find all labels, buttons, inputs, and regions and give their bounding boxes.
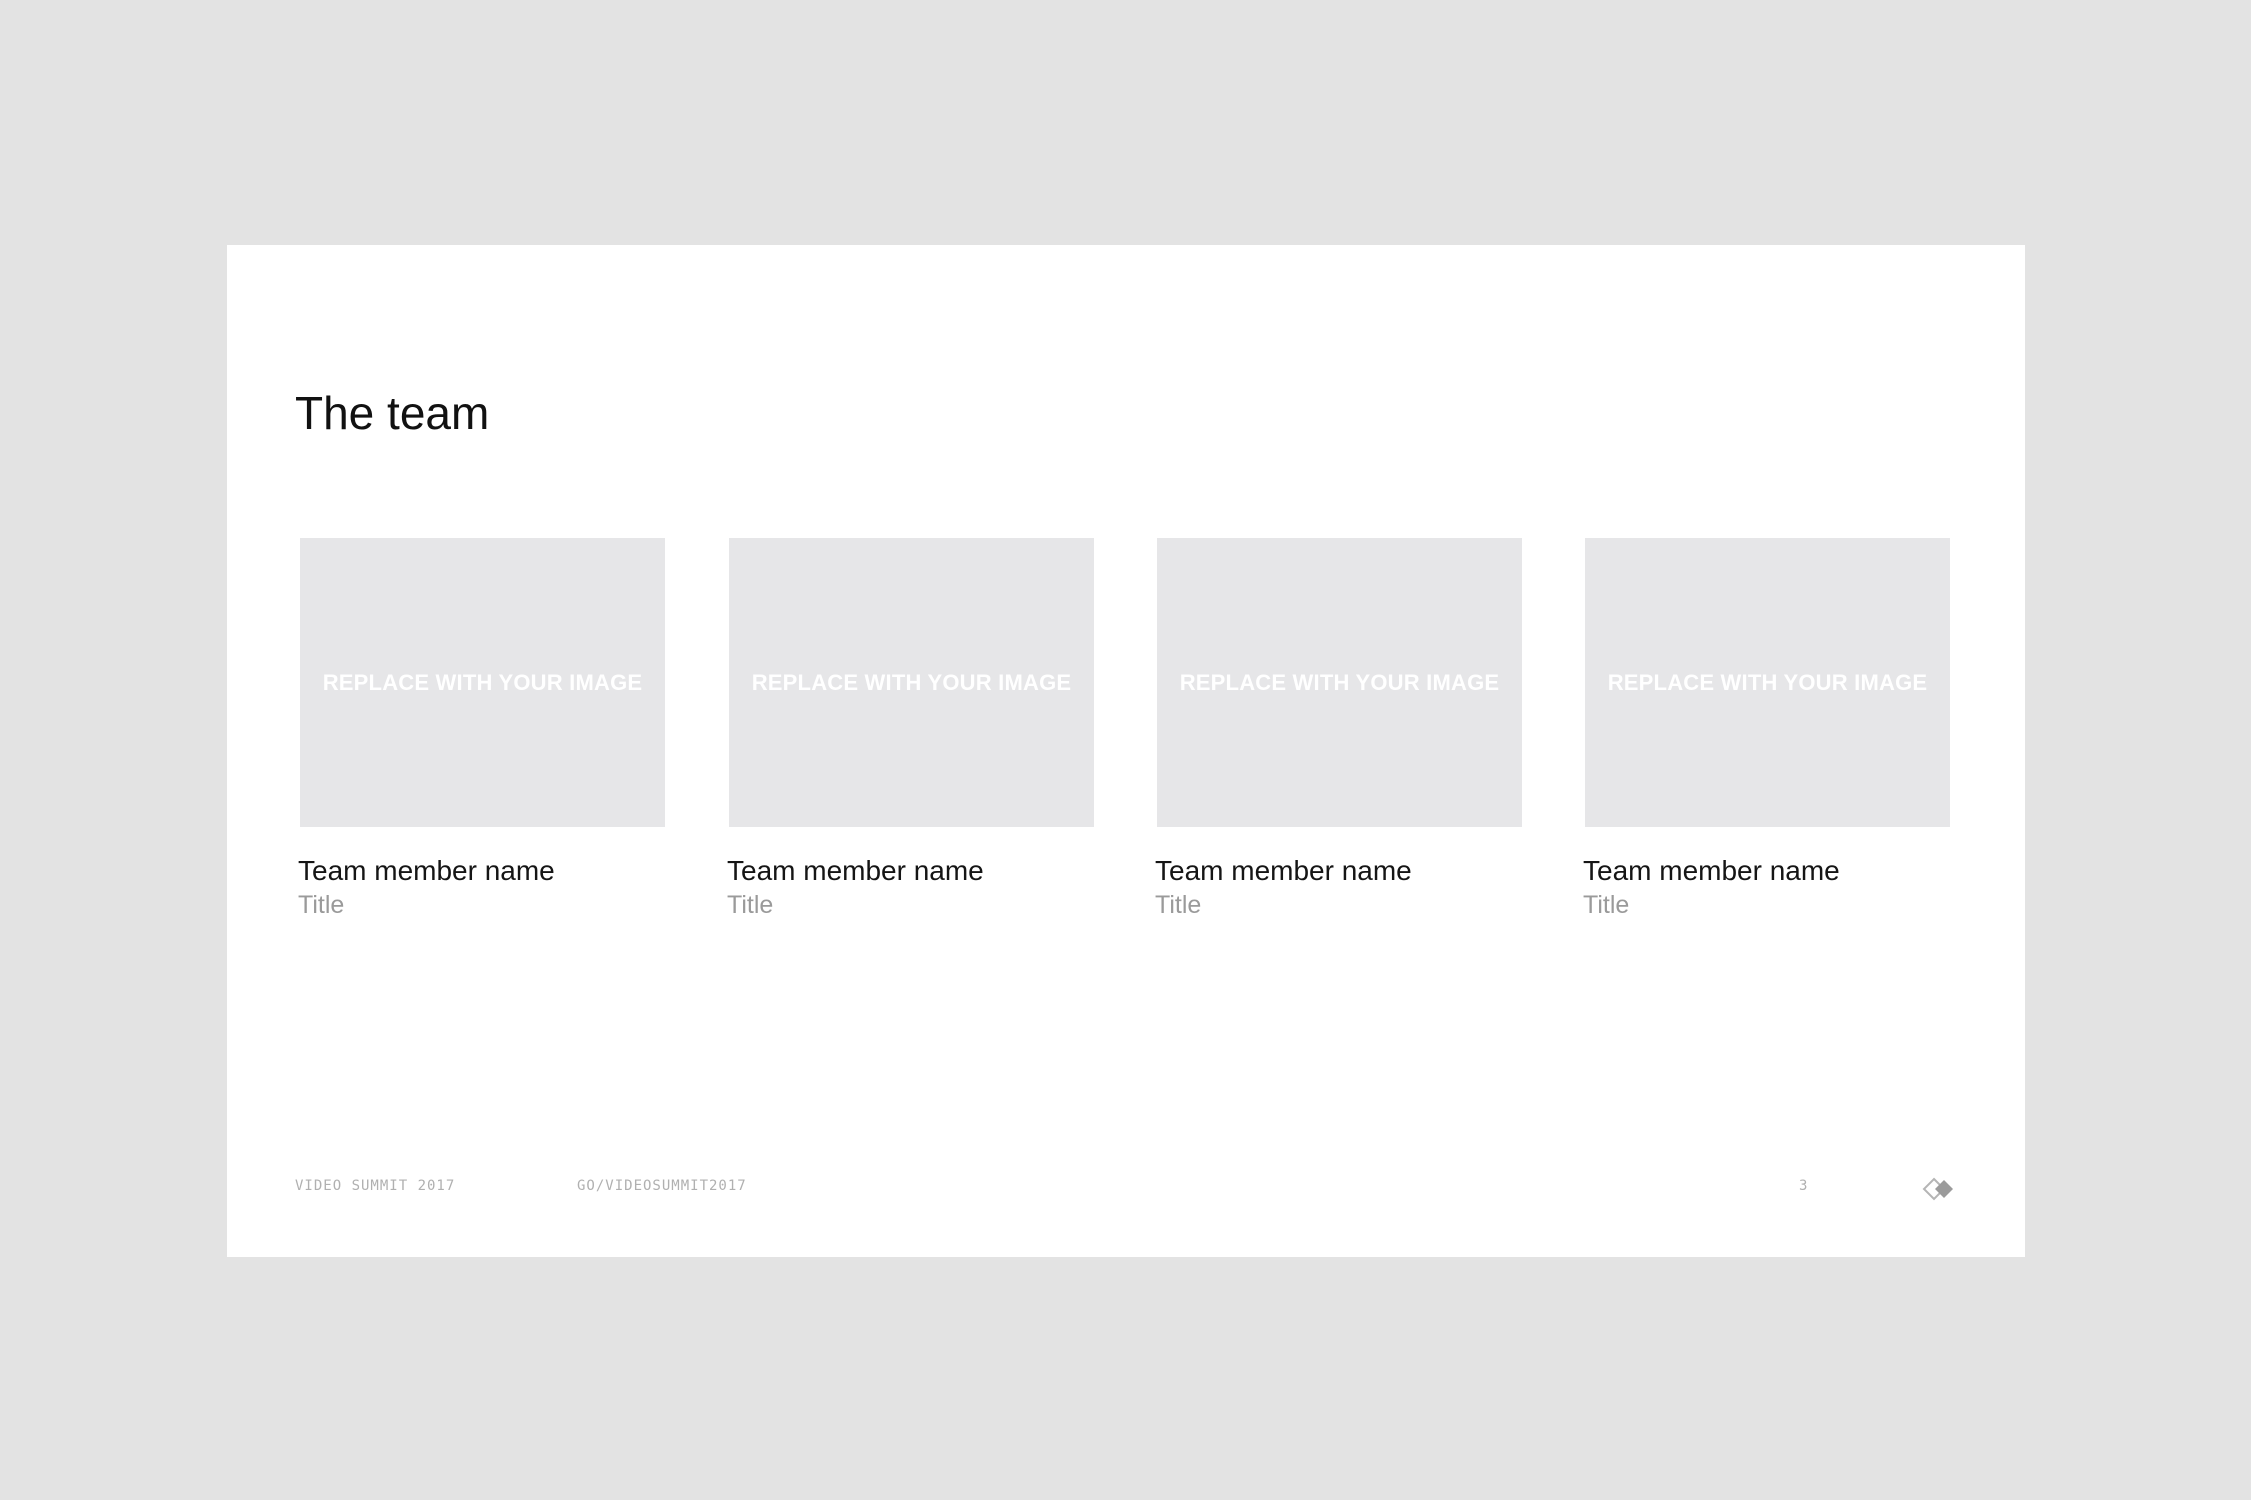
team-member-name: Team member name	[298, 855, 555, 886]
team-member-title: Title	[727, 891, 774, 919]
slide-title: The team	[295, 387, 490, 439]
team-member-card-4: REPLACE WITH YOUR IMAGE Team member name…	[1583, 538, 1953, 919]
team-member-name: Team member name	[727, 855, 984, 886]
slide: The team REPLACE WITH YOUR IMAGE Team me…	[227, 245, 2025, 1257]
image-placeholder-label: REPLACE WITH YOUR IMAGE	[1607, 669, 1928, 695]
team-member-name: Team member name	[1155, 855, 1412, 886]
image-placeholder[interactable]: REPLACE WITH YOUR IMAGE	[1157, 538, 1522, 827]
team-member-card-3: REPLACE WITH YOUR IMAGE Team member name…	[1155, 538, 1525, 919]
footer-event-name: VIDEO SUMMIT 2017	[295, 1178, 456, 1194]
diamond-logo-icon	[1922, 1177, 1953, 1201]
image-placeholder-label: REPLACE WITH YOUR IMAGE	[322, 669, 643, 695]
team-member-title: Title	[298, 891, 345, 919]
image-placeholder-label: REPLACE WITH YOUR IMAGE	[751, 669, 1072, 695]
image-placeholder-label: REPLACE WITH YOUR IMAGE	[1179, 669, 1500, 695]
footer-page-number: 3	[1799, 1178, 1809, 1194]
team-member-card-2: REPLACE WITH YOUR IMAGE Team member name…	[727, 538, 1097, 919]
image-placeholder[interactable]: REPLACE WITH YOUR IMAGE	[729, 538, 1094, 827]
image-placeholder[interactable]: REPLACE WITH YOUR IMAGE	[1585, 538, 1950, 827]
footer-link[interactable]: GO/VIDEOSUMMIT2017	[577, 1178, 747, 1194]
team-member-title: Title	[1583, 891, 1630, 919]
team-member-card-1: REPLACE WITH YOUR IMAGE Team member name…	[298, 538, 668, 919]
team-member-title: Title	[1155, 891, 1202, 919]
image-placeholder[interactable]: REPLACE WITH YOUR IMAGE	[300, 538, 665, 827]
team-member-name: Team member name	[1583, 855, 1840, 886]
